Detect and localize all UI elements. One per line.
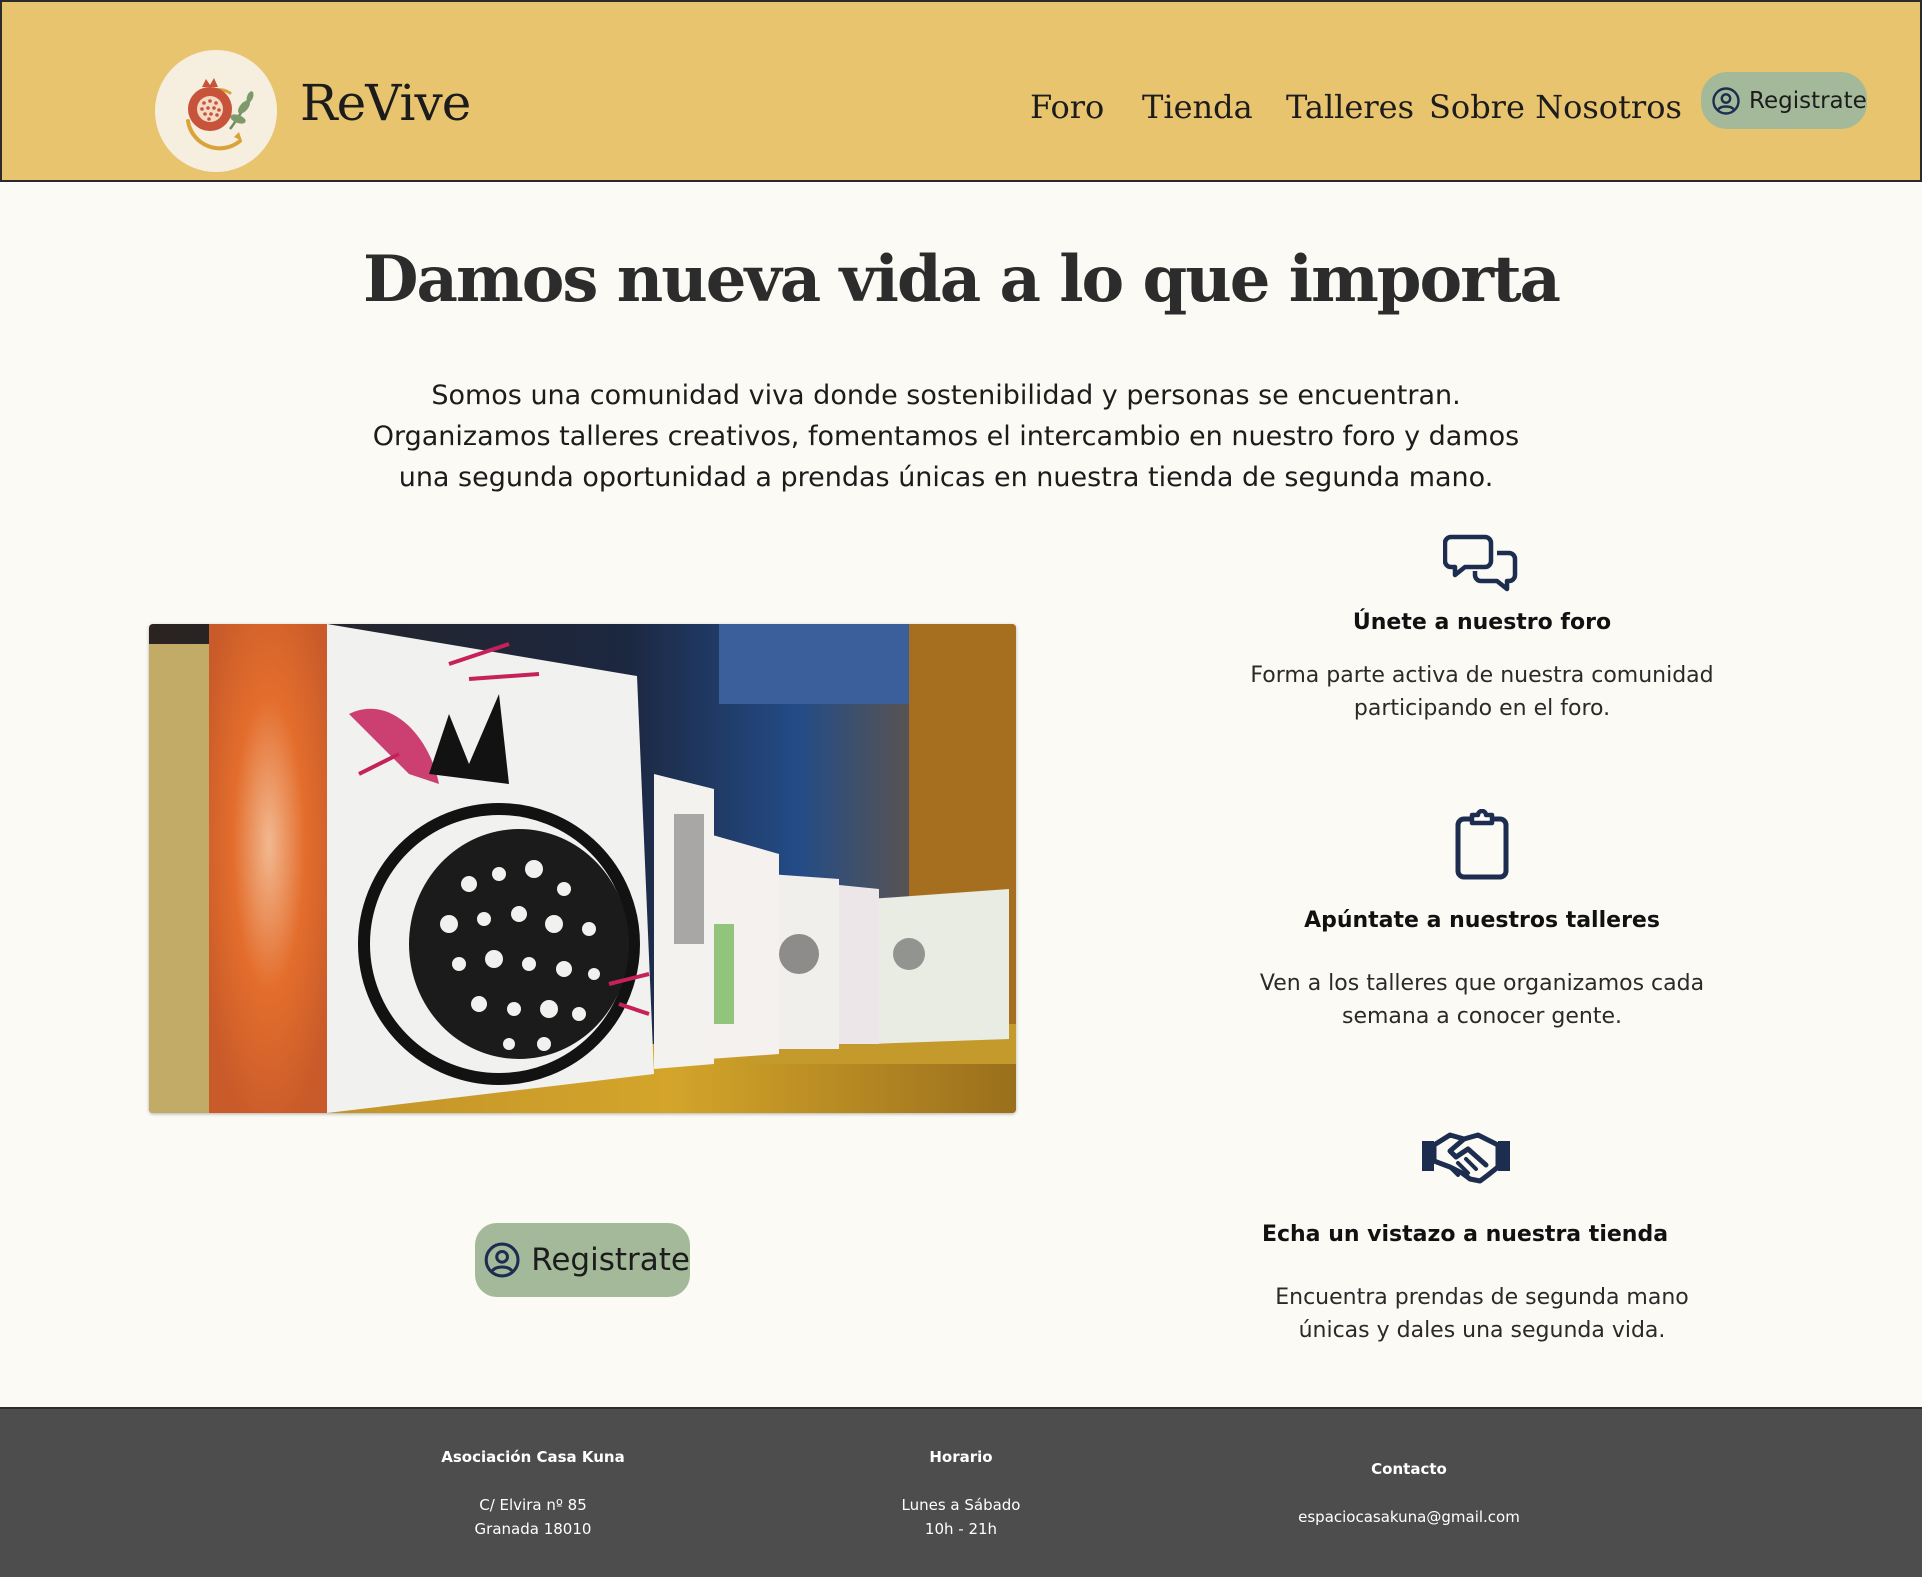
nav-tienda[interactable]: Tienda: [1142, 88, 1253, 126]
clipboard-icon[interactable]: [1451, 808, 1513, 882]
footer-line: 10h - 21h: [924, 1520, 998, 1538]
nav-talleres[interactable]: Talleres: [1286, 88, 1414, 126]
footer-contact: Contacto espaciocasakuna@gmail.com: [1259, 1457, 1559, 1529]
feature-title-foro: Únete a nuestro foro: [1352, 610, 1612, 635]
hero-photo-painted-tiles: [149, 624, 1016, 1113]
feature-text-line: semana a conocer gente.: [1341, 1004, 1623, 1029]
footer-address: Asociación Casa Kuna C/ Elvira nº 85 Gra…: [383, 1445, 683, 1541]
footer-line: C/ Elvira nº 85: [479, 1496, 587, 1514]
feature-title-tienda: Echa un vistazo a nuestra tienda: [1261, 1222, 1669, 1247]
pomegranate-logo-icon: [186, 78, 254, 151]
register-button-main[interactable]: Registrate: [475, 1223, 690, 1297]
brand-name[interactable]: ReVive: [300, 74, 471, 132]
nav-sobre-nosotros[interactable]: Sobre Nosotros: [1429, 88, 1682, 126]
feature-text-tienda: Encuentra prendas de segunda mano únicas…: [1232, 1281, 1732, 1347]
site-header: ReVive Foro Tienda Talleres Sobre Nosotr…: [0, 0, 1922, 182]
site-footer: Asociación Casa Kuna C/ Elvira nº 85 Gra…: [0, 1407, 1922, 1577]
user-circle-icon: [484, 1242, 520, 1278]
intro-text: Somos una comunidad viva donde sostenibi…: [346, 375, 1546, 498]
feature-text-line: Forma parte activa de nuestra comunidad: [1250, 663, 1714, 688]
contact-email-link[interactable]: espaciocasakuna@gmail.com: [1259, 1505, 1559, 1529]
intro-line: una segunda oportunidad a prendas únicas…: [398, 462, 1494, 493]
nav-foro[interactable]: Foro: [1030, 88, 1104, 126]
page-title: Damos nueva vida a lo que importa: [363, 242, 1561, 317]
footer-heading: Asociación Casa Kuna: [441, 1448, 625, 1466]
footer-heading: Contacto: [1371, 1460, 1447, 1478]
user-circle-icon: [1712, 86, 1740, 115]
register-button-header[interactable]: Registrate: [1701, 72, 1867, 129]
feature-text-line: Encuentra prendas de segunda mano: [1275, 1285, 1689, 1310]
footer-line: Granada 18010: [474, 1520, 592, 1538]
register-label: Registrate: [1749, 87, 1867, 114]
feature-text-talleres: Ven a los talleres que organizamos cada …: [1232, 967, 1732, 1033]
footer-heading: Horario: [929, 1448, 993, 1466]
feature-text-line: participando en el foro.: [1353, 696, 1611, 721]
feature-text-foro: Forma parte activa de nuestra comunidad …: [1232, 659, 1732, 725]
handshake-icon[interactable]: [1420, 1125, 1512, 1189]
footer-line: Lunes a Sábado: [901, 1496, 1021, 1514]
feature-text-line: únicas y dales una segunda vida.: [1298, 1318, 1666, 1343]
intro-line: Somos una comunidad viva donde sostenibi…: [431, 380, 1461, 411]
feature-text-line: Ven a los talleres que organizamos cada: [1259, 971, 1705, 996]
intro-line: Organizamos talleres creativos, fomentam…: [372, 421, 1520, 452]
register-label: Registrate: [531, 1242, 690, 1278]
feature-title-talleres: Apúntate a nuestros talleres: [1304, 908, 1660, 933]
chat-bubbles-icon[interactable]: [1442, 530, 1522, 594]
revive-logo[interactable]: [155, 50, 277, 172]
footer-hours: Horario Lunes a Sábado 10h - 21h: [811, 1445, 1111, 1541]
